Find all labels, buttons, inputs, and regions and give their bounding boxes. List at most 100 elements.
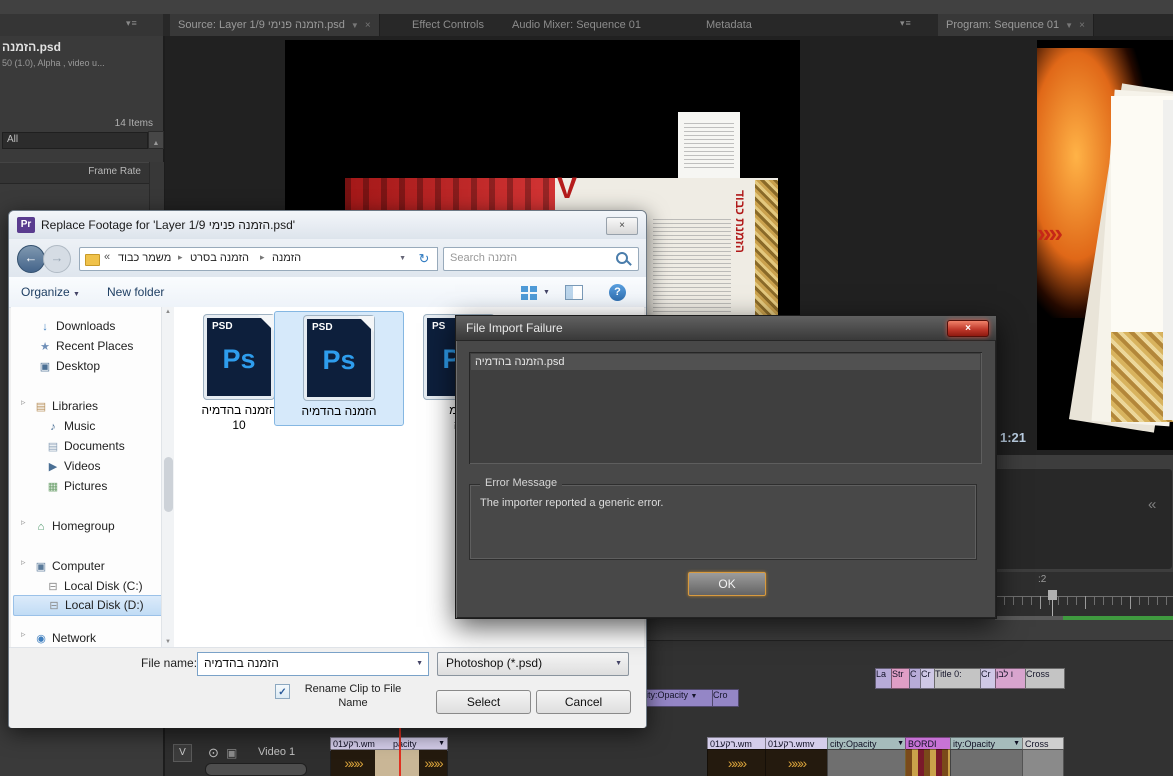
file-name-input[interactable]: הזמנה בהדמיה ▼ [197,652,429,676]
new-folder-button[interactable]: New folder [107,284,164,300]
organize-button[interactable]: Organize ▼ [21,284,80,303]
select-button[interactable]: Select [436,690,531,714]
breadcrumb-overflow-icon[interactable]: « [104,251,110,263]
rename-checkbox-label[interactable]: Rename Clip to File Name [293,682,413,710]
file-type-caret-icon[interactable]: ▼ [615,660,622,667]
libraries-expander-icon[interactable]: ▹ [21,397,26,408]
sidebar-item-pictures[interactable]: ▦ Pictures [45,477,108,496]
tab-audio-mixer[interactable]: Audio Mixer: Sequence 01 [512,14,641,36]
timeline-clip-small[interactable]: Cross [1025,668,1065,689]
breadcrumb-history-caret-icon[interactable]: ▼ [399,255,406,262]
homegroup-expander-icon[interactable]: ▹ [21,517,26,528]
clip-label: ity:Opacity [646,690,689,700]
sidebar-item-downloads[interactable]: ↓ Downloads [37,317,115,336]
preview-pane-icon[interactable] [565,285,583,300]
clip-body[interactable]: »»» »»» [330,749,448,776]
clip-body[interactable]: »»» [707,749,766,776]
back-button[interactable]: ← [17,245,45,273]
work-area-bar-gray[interactable] [995,616,1063,620]
timeline-clip-small[interactable]: La [875,668,892,689]
panel-collapse-icon[interactable]: « [1148,496,1156,513]
breadcrumb-separator-icon[interactable]: ▸ [178,252,183,263]
tab-source-caret-icon[interactable]: ▼ [351,21,359,30]
track-thumbnail-icon[interactable]: ▣ [226,746,237,760]
clip-body[interactable] [905,749,952,776]
breadcrumb-bar[interactable]: « משמר כבוד ▸ הזמנה בסרט ▸ הזמנה ▼ [79,247,413,271]
sidebar-item-homegroup[interactable]: ⌂ Homegroup [33,517,115,536]
panel-menu-icon[interactable]: ▾≡ [126,18,138,29]
sidebar-item-videos[interactable]: ▶ Videos [45,457,101,476]
clip-body[interactable] [950,749,1023,776]
tab-program[interactable]: Program: Sequence 01 ▼ × [938,14,1094,36]
ruler-playhead-marker[interactable] [1048,590,1057,600]
computer-expander-icon[interactable]: ▹ [21,557,26,568]
timeline-fx-clip[interactable]: Cro [712,689,739,707]
breadcrumb-separator-icon[interactable]: ▸ [260,252,265,263]
track-lock-box[interactable]: V [173,744,192,762]
dialog-titlebar[interactable]: Pr Replace Footage for 'Layer 1/9 הזמנה … [9,211,646,240]
breadcrumb-item[interactable]: הזמנה [272,252,301,264]
timeline-playhead[interactable] [399,726,401,776]
timeline-clip-small[interactable]: Cr [980,668,996,689]
timeline-clip-small[interactable]: Str [891,668,910,689]
scrollbar-thumb[interactable] [164,457,173,512]
cancel-button[interactable]: Cancel [536,690,631,714]
rename-checkbox[interactable]: ✓ [275,684,290,699]
error-dialog-titlebar[interactable]: File Import Failure × [456,316,996,341]
tab-effect-controls[interactable]: Effect Controls [412,14,484,36]
timeline-clip-small[interactable]: ו לבן [995,668,1026,689]
tab-source[interactable]: Source: Layer 1/9 הזמנה פנימי.psd ▼ × [170,14,380,36]
track-height-slider[interactable] [205,763,307,776]
help-icon[interactable]: ? [609,284,626,301]
scrollbar-up-icon[interactable]: ▲ [165,309,171,315]
breadcrumb-item[interactable]: הזמנה בסרט [190,252,249,264]
tab-program-caret-icon[interactable]: ▼ [1065,21,1073,30]
timeline-clip-small[interactable]: Title 0: [934,668,981,689]
sidebar-item-network[interactable]: ◉ Network [33,629,96,648]
search-input[interactable]: Search הזמנה [443,247,639,271]
error-file-row[interactable]: הזמנה בהדמיה.psd [471,354,980,370]
file-type-select[interactable]: Photoshop (*.psd) ▼ [437,652,629,676]
nav-pane-scrollbar[interactable]: ▲ ▼ [161,307,175,647]
track-name[interactable]: Video 1 [258,746,295,758]
sidebar-item-documents[interactable]: ▤ Documents [45,437,125,456]
scrollbar-down-icon[interactable]: ▼ [165,639,171,645]
file-name-caret-icon[interactable]: ▼ [416,660,423,667]
clip-body[interactable]: »»» [765,749,828,776]
project-vscrollbar[interactable] [149,162,164,210]
forward-button[interactable]: → [43,245,71,273]
sidebar-item-recent-places[interactable]: ★ Recent Places [37,337,133,356]
tab-metadata[interactable]: Metadata [706,14,752,36]
fx-caret-icon[interactable]: ▼ [691,693,698,700]
breadcrumb-item[interactable]: משמר כבוד [118,252,171,264]
project-filter-input[interactable]: All [2,132,148,149]
sidebar-item-desktop[interactable]: ▣ Desktop [37,357,100,376]
center-panel-menu-icon[interactable]: ▾≡ [900,18,912,29]
error-file-list[interactable]: הזמנה בהדמיה.psd [469,352,982,464]
views-icon[interactable] [521,286,528,292]
tab-source-label: Source: Layer 1/9 הזמנה פנימי.psd [178,19,345,31]
timeline-fx-clip[interactable]: ity:Opacity ▼ [645,689,713,707]
clip-thumbnail-plain [375,750,419,776]
views-caret-icon[interactable]: ▼ [543,289,550,296]
clip-body[interactable] [827,749,907,776]
file-item-selected[interactable]: PSD Ps הזמנה בהדמיה [274,311,404,426]
sidebar-item-music[interactable]: ♪ Music [45,417,95,436]
timeline-clip-small[interactable]: Cr [920,668,935,689]
ok-button[interactable]: OK [688,572,766,596]
program-timecode[interactable]: 1:21 [1000,430,1026,445]
page-fold-icon [258,315,274,331]
network-expander-icon[interactable]: ▹ [21,629,26,640]
sidebar-item-local-disk-c[interactable]: ⊟ Local Disk (C:) [45,577,142,596]
sidebar-item-libraries[interactable]: ▤ Libraries [33,397,98,416]
tab-source-close-icon[interactable]: × [365,20,371,31]
track-eye-icon[interactable]: ⊙ [208,745,219,761]
tab-program-close-icon[interactable]: × [1079,20,1085,31]
refresh-button[interactable]: ↻ [411,247,438,271]
project-scroll-up-button[interactable]: ▲ [148,131,164,149]
clip-body[interactable] [1022,749,1064,776]
error-dialog-close-button[interactable]: × [947,320,989,337]
project-column-header[interactable]: Frame Rate [0,162,149,184]
dialog-close-button[interactable]: × [606,217,638,235]
sidebar-item-computer[interactable]: ▣ Computer [33,557,105,576]
